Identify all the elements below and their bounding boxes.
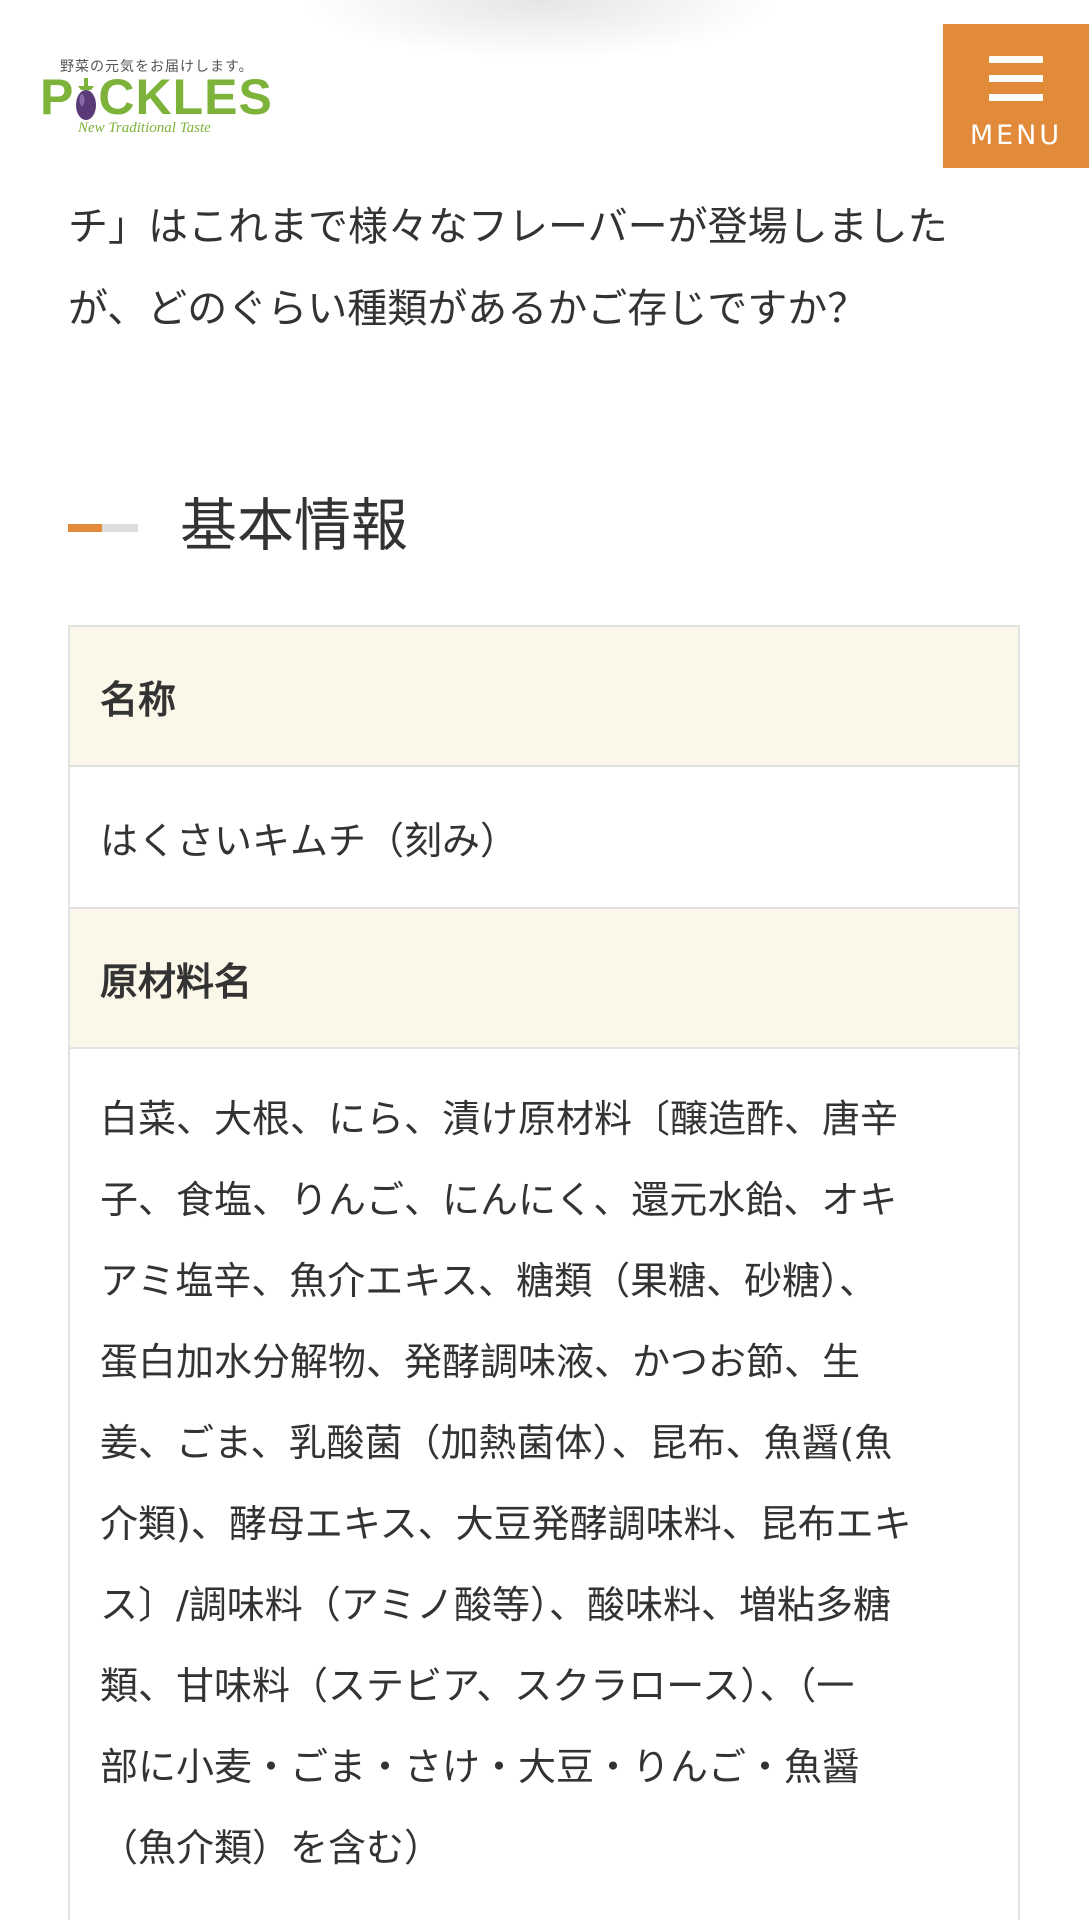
intro-paragraph: チ」はこれまで様々なフレーバーが登場しました が、どのぐらい種類があるかご存じで… (68, 186, 968, 350)
ingredients-line: 類、甘味料（ステビア、スクラロース）、（一 (100, 1664, 855, 1708)
menu-button[interactable]: MENU (943, 24, 1089, 168)
menu-bar (989, 94, 1043, 101)
intro-line: が、どのぐらい種類があるかご存じですか？ (68, 286, 868, 332)
heading-decoration-accent (68, 524, 102, 532)
intro-line: チ」はこれまで様々なフレーバーが登場しました (68, 204, 948, 250)
ingredients-line: （魚介類）を含む） (100, 1826, 443, 1870)
page: 野菜の元気をお届けします。 P CKLES New Traditional Tas… (0, 0, 1089, 1920)
ingredients-line: 姜、ごま、乳酸菌（加熱菌体）、昆布、魚醤(魚 (100, 1421, 893, 1465)
ingredients-line: 子、食塩、りんご、にんにく、還元水飴、オキ (100, 1178, 898, 1222)
info-table: 名称 はくさいキムチ（刻み） 原材料名 白菜、大根、にら、漬け原材料〔醸造酢、唐… (68, 625, 1020, 1920)
ingredients-line: 介類)、酵母エキス、大豆発酵調味料、昆布エキ (100, 1502, 912, 1546)
menu-bar (989, 56, 1043, 63)
heading-decoration (68, 524, 138, 532)
logo-subtitle: New Traditional Taste (78, 120, 211, 136)
section-heading: 基本情報 (68, 486, 968, 566)
table-header-cell: 原材料名 (70, 909, 1018, 1049)
menu-label: MENU (969, 120, 1063, 151)
ingredients-line: 白菜、大根、にら、漬け原材料〔醸造酢、唐辛 (100, 1097, 899, 1141)
table-value-cell: 白菜、大根、にら、漬け原材料〔醸造酢、唐辛 子、食塩、りんご、にんにく、還元水飴… (70, 1049, 1018, 1920)
hamburger-menu-icon (989, 56, 1043, 102)
logo-word-end: CKLES (98, 69, 273, 125)
eggplant-icon (76, 78, 97, 120)
logo-word-start: P (40, 69, 75, 125)
section-title: 基本情報 (180, 493, 408, 559)
top-shadow (300, 0, 780, 60)
ingredients-line: ス〕/調味料（アミノ酸等）、酸味料、増粘多糖 (100, 1583, 892, 1627)
table-value-cell: はくさいキムチ（刻み） (70, 767, 1018, 909)
ingredients-line: アミ塩辛、魚介エキス、糖類（果糖、砂糖）、 (100, 1259, 878, 1303)
table-header-cell: 名称 (70, 627, 1018, 767)
logo-wordmark: P CKLES (40, 68, 273, 126)
ingredients-line: 部に小麦・ごま・さけ・大豆・りんご・魚醤 (100, 1745, 861, 1789)
site-logo[interactable]: 野菜の元気をお届けします。 P CKLES New Traditional Tas… (40, 54, 272, 144)
ingredients-line: 蛋白加水分解物、発酵調味液、かつお節、生 (100, 1340, 861, 1384)
menu-bar (989, 75, 1043, 82)
